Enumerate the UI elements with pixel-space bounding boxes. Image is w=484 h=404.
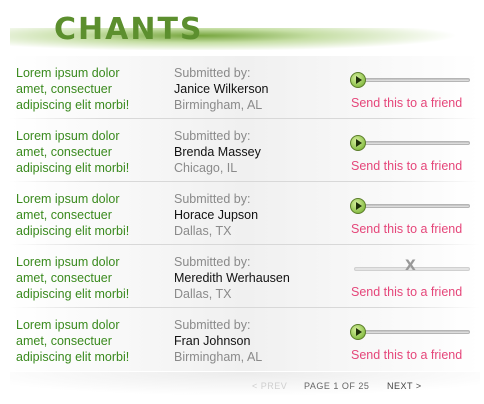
submitter-name: Brenda Massey — [174, 145, 261, 159]
audio-progress-track[interactable] — [354, 141, 470, 145]
chant-line: adipiscing elit morbi! — [16, 287, 130, 301]
chant-line: amet, consectuer — [16, 271, 112, 285]
chant-line: adipiscing elit morbi! — [16, 224, 130, 238]
chant-row: Lorem ipsum dolor amet, consectuer adipi… — [10, 182, 480, 245]
submitter-city: Dallas, TX — [174, 224, 232, 238]
page-title: CHANTS — [54, 12, 204, 47]
chant-row: Lorem ipsum dolor amet, consectuer adipi… — [10, 245, 480, 308]
audio-player — [350, 324, 470, 340]
chant-line: Lorem ipsum dolor — [16, 66, 120, 80]
submitter-name: Janice Wilkerson — [174, 82, 269, 96]
chant-row: Lorem ipsum dolor amet, consectuer adipi… — [10, 308, 480, 371]
chant-row: Lorem ipsum dolor amet, consectuer adipi… — [10, 56, 480, 119]
chant-line: adipiscing elit morbi! — [16, 350, 130, 364]
chant-line: Lorem ipsum dolor — [16, 192, 120, 206]
send-to-friend-link[interactable]: Send this to a friend — [351, 222, 462, 236]
audio-progress-track[interactable] — [354, 204, 470, 208]
pagination: < PREV PAGE 1 OF 25 NEXT > — [0, 381, 484, 393]
page-indicator: PAGE 1 OF 25 — [304, 381, 370, 391]
play-icon[interactable] — [350, 135, 366, 151]
submitted-by-label: Submitted by: — [174, 192, 251, 206]
prev-page-link[interactable]: < PREV — [252, 381, 287, 391]
audio-player — [350, 198, 470, 214]
chant-line: Lorem ipsum dolor — [16, 255, 120, 269]
submitter-city: Dallas, TX — [174, 287, 232, 301]
submitter-name: Horace Jupson — [174, 208, 259, 222]
send-to-friend-link[interactable]: Send this to a friend — [351, 159, 462, 173]
chant-line: Lorem ipsum dolor — [16, 129, 120, 143]
chant-row: Lorem ipsum dolor amet, consectuer adipi… — [10, 119, 480, 182]
submitted-by-label: Submitted by: — [174, 318, 251, 332]
submitted-by-label: Submitted by: — [174, 255, 251, 269]
chant-line: adipiscing elit morbi! — [16, 98, 130, 112]
chant-text: Lorem ipsum dolor amet, consectuer adipi… — [16, 254, 166, 302]
submitter-name: Fran Johnson — [174, 334, 251, 348]
send-to-friend-link[interactable]: Send this to a friend — [351, 348, 462, 362]
chant-line: amet, consectuer — [16, 208, 112, 222]
send-to-friend-link[interactable]: Send this to a friend — [351, 285, 462, 299]
submitter-name: Meredith Werhausen — [174, 271, 290, 285]
submitted-by-label: Submitted by: — [174, 129, 251, 143]
header: CHANTS — [0, 0, 484, 50]
chant-text: Lorem ipsum dolor amet, consectuer adipi… — [16, 65, 166, 113]
submitter-info: Submitted by: Janice Wilkerson Birmingha… — [174, 65, 268, 113]
submitter-info: Submitted by: Brenda Massey Chicago, IL — [174, 128, 261, 176]
submitter-city: Birmingham, AL — [174, 98, 263, 112]
audio-player — [350, 72, 470, 88]
send-to-friend-link[interactable]: Send this to a friend — [351, 96, 462, 110]
audio-progress-track[interactable] — [354, 330, 470, 334]
audio-player — [350, 135, 470, 151]
audio-player-unavailable: X — [350, 258, 470, 277]
chant-line: adipiscing elit morbi! — [16, 161, 130, 175]
submitter-info: Submitted by: Meredith Werhausen Dallas,… — [174, 254, 290, 302]
chant-line: amet, consectuer — [16, 334, 112, 348]
chant-list: Lorem ipsum dolor amet, consectuer adipi… — [10, 56, 480, 371]
submitter-city: Chicago, IL — [174, 161, 238, 175]
chant-line: amet, consectuer — [16, 145, 112, 159]
chant-line: amet, consectuer — [16, 82, 112, 96]
play-icon[interactable] — [350, 324, 366, 340]
submitter-city: Birmingham, AL — [174, 350, 263, 364]
submitted-by-label: Submitted by: — [174, 66, 251, 80]
chant-text: Lorem ipsum dolor amet, consectuer adipi… — [16, 128, 166, 176]
submitter-info: Submitted by: Fran Johnson Birmingham, A… — [174, 317, 262, 365]
next-page-link[interactable]: NEXT > — [387, 381, 422, 391]
unavailable-x-icon: X — [405, 258, 416, 274]
chant-line: Lorem ipsum dolor — [16, 318, 120, 332]
audio-progress-track[interactable] — [354, 78, 470, 82]
chant-text: Lorem ipsum dolor amet, consectuer adipi… — [16, 317, 166, 365]
chant-text: Lorem ipsum dolor amet, consectuer adipi… — [16, 191, 166, 239]
play-icon[interactable] — [350, 72, 366, 88]
play-icon[interactable] — [350, 198, 366, 214]
submitter-info: Submitted by: Horace Jupson Dallas, TX — [174, 191, 258, 239]
